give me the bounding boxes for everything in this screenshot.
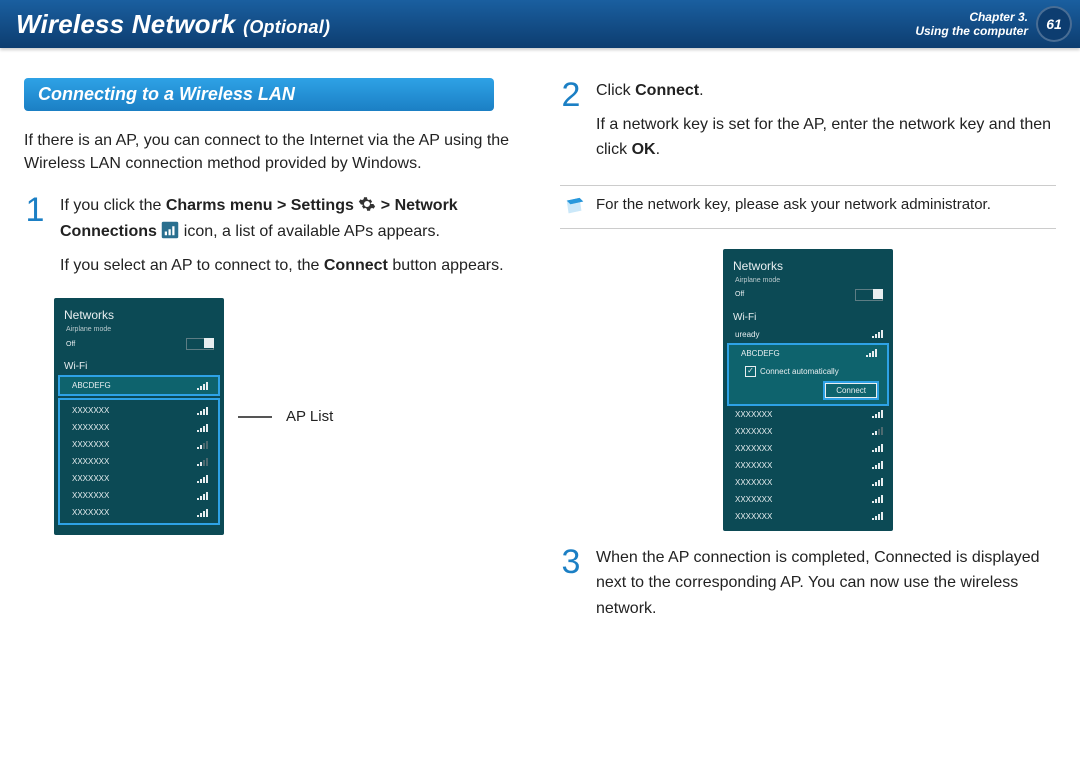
ap-item[interactable]: XXXXXXX xyxy=(723,406,893,423)
signal-icon xyxy=(866,349,877,357)
header-right: Chapter 3. Using the computer 61 xyxy=(915,6,1072,42)
ap-item[interactable]: XXXXXXX xyxy=(723,440,893,457)
signal-icon xyxy=(197,475,208,483)
network-icon xyxy=(161,221,179,239)
title-sub: (Optional) xyxy=(243,17,330,37)
ap-item[interactable]: XXXXXXX xyxy=(723,474,893,491)
left-column: Connecting to a Wireless LAN If there is… xyxy=(24,78,520,640)
checkbox-icon[interactable]: ✓ xyxy=(745,366,756,377)
networks-panel-2: Networks Airplane mode Off Wi-Fi uready … xyxy=(723,249,893,531)
signal-icon xyxy=(872,512,883,520)
ap-item[interactable]: uready xyxy=(723,326,893,343)
step-2-body: Click Connect. If a network key is set f… xyxy=(596,78,1056,171)
ap-item-selected[interactable]: ABCDEFG xyxy=(729,345,887,362)
signal-icon xyxy=(872,330,883,338)
chapter-tagline: Using the computer xyxy=(915,24,1028,38)
step-3: 3 When the AP connection is completed, C… xyxy=(560,545,1056,630)
panel-title: Networks xyxy=(54,308,224,326)
ap-item[interactable]: XXXXXXX xyxy=(60,402,218,419)
connect-button[interactable]: Connect xyxy=(825,383,877,398)
intro-text: If there is an AP, you can connect to th… xyxy=(24,129,520,175)
selected-ap-highlight: ABCDEFG xyxy=(58,375,220,396)
chapter-label: Chapter 3. xyxy=(915,10,1028,24)
signal-icon xyxy=(197,492,208,500)
note-box: For the network key, please ask your net… xyxy=(560,185,1056,229)
ap-item[interactable]: XXXXXXX xyxy=(60,487,218,504)
panel-title: Networks xyxy=(723,259,893,277)
note-icon xyxy=(564,196,586,218)
networks-panel-1: Networks Airplane mode Off Wi-Fi ABCDEFG… xyxy=(54,298,224,535)
ap-item[interactable]: XXXXXXX xyxy=(60,470,218,487)
note-text: For the network key, please ask your net… xyxy=(596,196,991,213)
ap-item[interactable]: XXXXXXX xyxy=(723,457,893,474)
step-num-2: 2 xyxy=(560,78,582,171)
networks-panel-1-wrap: Networks Airplane mode Off Wi-Fi ABCDEFG… xyxy=(54,298,520,535)
ap-item[interactable]: XXXXXXX xyxy=(723,491,893,508)
ap-item[interactable]: XXXXXXX xyxy=(723,423,893,440)
airplane-toggle[interactable] xyxy=(186,338,214,350)
signal-icon xyxy=(872,444,883,452)
wifi-label: Wi-Fi xyxy=(54,353,224,375)
airplane-mode-label: Airplane mode xyxy=(54,326,224,335)
signal-icon xyxy=(872,495,883,503)
airplane-toggle[interactable] xyxy=(855,289,883,301)
step-num-1: 1 xyxy=(24,193,46,286)
signal-icon xyxy=(197,424,208,432)
ap-item[interactable]: XXXXXXX xyxy=(60,504,218,521)
ap-name: uready xyxy=(735,330,759,339)
airplane-off: Off xyxy=(735,291,744,298)
signal-icon xyxy=(197,407,208,415)
ap-item[interactable]: XXXXXXX xyxy=(60,419,218,436)
step-2: 2 Click Connect. If a network key is set… xyxy=(560,78,1056,171)
page-header: Wireless Network (Optional) Chapter 3. U… xyxy=(0,0,1080,48)
gear-icon xyxy=(358,195,376,213)
connect-auto-row[interactable]: ✓ Connect automatically xyxy=(729,362,887,383)
ap-item-selected[interactable]: ABCDEFG xyxy=(60,377,218,394)
ap-item[interactable]: XXXXXXX xyxy=(60,453,218,470)
page-number: 61 xyxy=(1036,6,1072,42)
page-title: Wireless Network (Optional) xyxy=(16,9,330,40)
signal-icon xyxy=(197,441,208,449)
ap-item[interactable]: XXXXXXX xyxy=(723,508,893,525)
callout-line xyxy=(238,416,272,418)
right-column: 2 Click Connect. If a network key is set… xyxy=(560,78,1056,640)
connect-auto-label: Connect automatically xyxy=(760,367,839,376)
signal-icon xyxy=(197,458,208,466)
step-1-body: If you click the Charms menu > Settings … xyxy=(60,193,520,286)
signal-icon xyxy=(872,478,883,486)
step-3-body: When the AP connection is completed, Con… xyxy=(596,545,1056,630)
ap-item[interactable]: XXXXXXX xyxy=(60,436,218,453)
airplane-off: Off xyxy=(66,341,75,348)
selected-ap-block: ABCDEFG ✓ Connect automatically Connect xyxy=(727,343,889,406)
section-heading: Connecting to a Wireless LAN xyxy=(24,78,494,111)
title-main: Wireless Network xyxy=(16,9,236,39)
wifi-label: Wi-Fi xyxy=(723,304,893,326)
signal-icon xyxy=(197,382,208,390)
signal-icon xyxy=(872,461,883,469)
step-num-3: 3 xyxy=(560,545,582,630)
signal-icon xyxy=(872,427,883,435)
signal-icon xyxy=(872,410,883,418)
signal-icon xyxy=(197,509,208,517)
step-1: 1 If you click the Charms menu > Setting… xyxy=(24,193,520,286)
ap-name: ABCDEFG xyxy=(72,381,111,390)
ap-name: ABCDEFG xyxy=(741,349,780,358)
ap-list-label: AP List xyxy=(286,408,333,425)
airplane-mode-label: Airplane mode xyxy=(723,277,893,286)
chapter-info: Chapter 3. Using the computer xyxy=(915,10,1028,39)
ap-list-highlight: XXXXXXX XXXXXXX XXXXXXX XXXXXXX XXXXXXX … xyxy=(58,398,220,525)
